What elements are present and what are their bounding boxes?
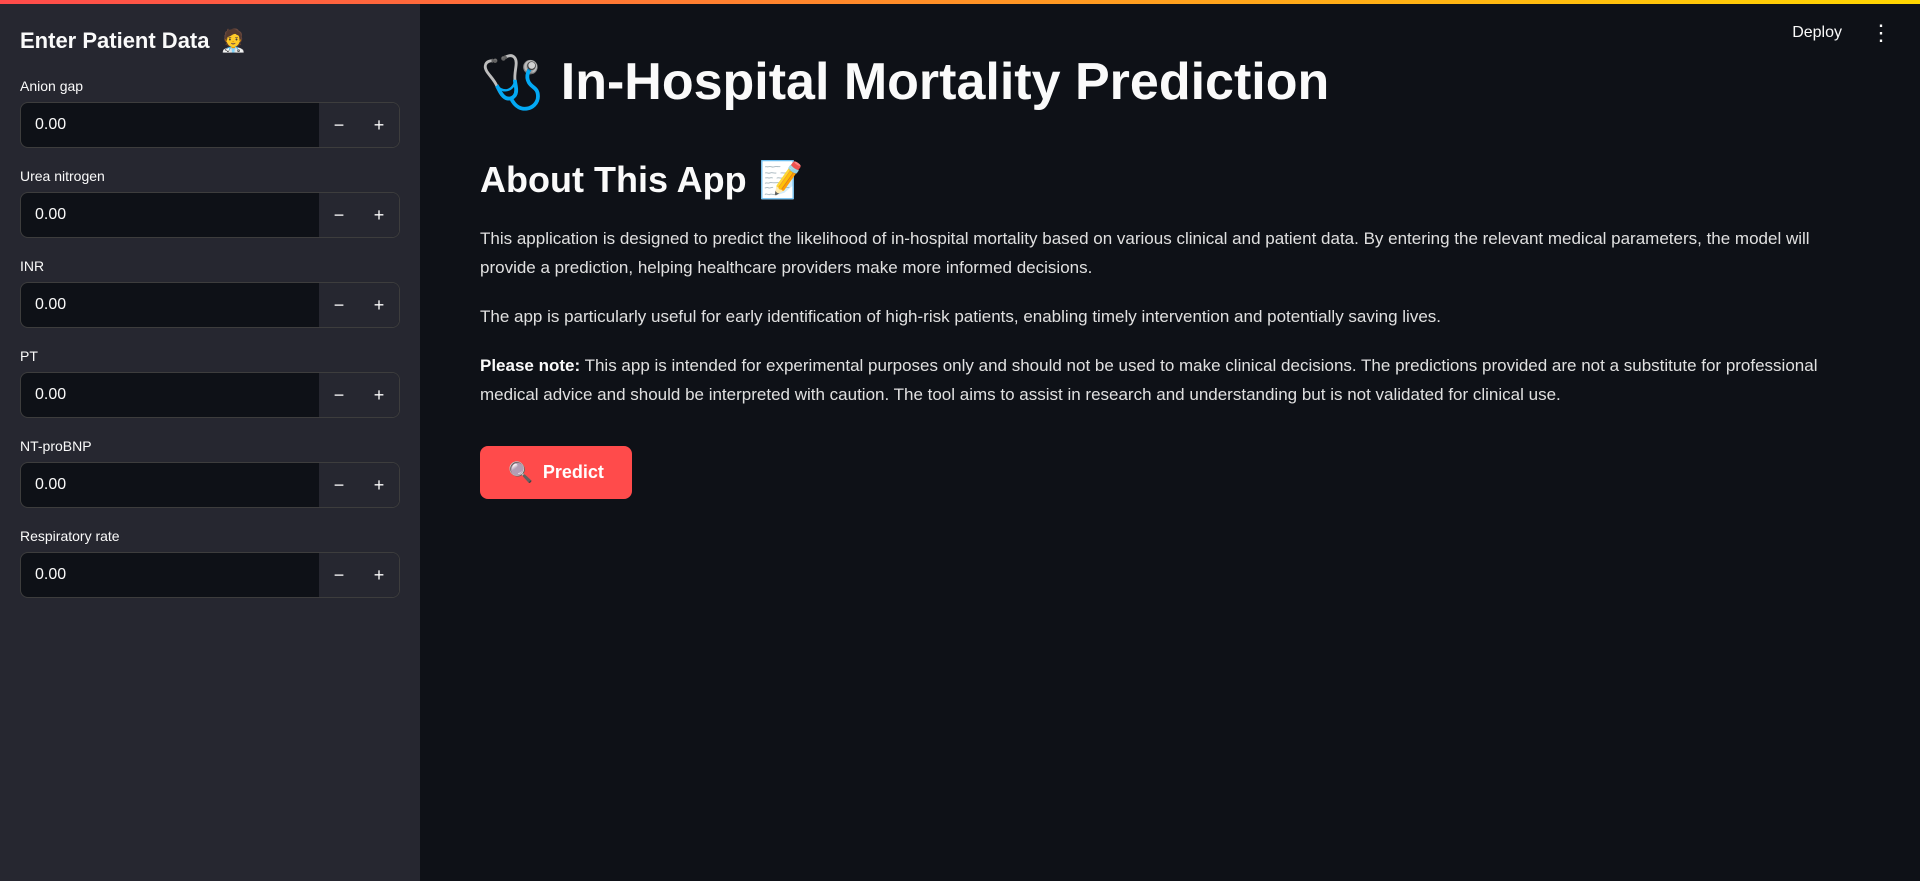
number-input-0[interactable] <box>21 106 319 144</box>
description-paragraph-1: This application is designed to predict … <box>480 225 1860 283</box>
disclaimer-bold: Please note: <box>480 356 580 375</box>
fields-container: Anion gap−+Urea nitrogen−+INR−+PT−+NT-pr… <box>20 78 400 598</box>
disclaimer-paragraph: Please note: This app is intended for ex… <box>480 352 1860 410</box>
field-label-3: PT <box>20 348 400 364</box>
number-input-row-4: −+ <box>20 462 400 508</box>
decrement-button-5[interactable]: − <box>319 553 359 597</box>
app-title-row: 🩺 In-Hospital Mortality Prediction <box>480 54 1860 111</box>
number-input-2[interactable] <box>21 286 319 324</box>
predict-label: Predict <box>543 462 604 483</box>
stethoscope-icon: 🩺 <box>480 57 545 109</box>
sidebar: Enter Patient Data 🧑‍⚕️ Anion gap−+Urea … <box>0 4 420 881</box>
number-input-row-0: −+ <box>20 102 400 148</box>
main-content: Deploy ⋮ 🩺 In-Hospital Mortality Predict… <box>420 4 1920 881</box>
top-controls: Deploy ⋮ <box>1782 18 1900 48</box>
description-paragraph-2: The app is particularly useful for early… <box>480 303 1860 332</box>
number-input-1[interactable] <box>21 196 319 234</box>
increment-button-1[interactable]: + <box>359 193 399 237</box>
increment-button-3[interactable]: + <box>359 373 399 417</box>
increment-button-4[interactable]: + <box>359 463 399 507</box>
number-input-row-2: −+ <box>20 282 400 328</box>
number-input-5[interactable] <box>21 556 319 594</box>
field-label-5: Respiratory rate <box>20 528 400 544</box>
sidebar-title-emoji: 🧑‍⚕️ <box>220 28 247 54</box>
number-input-row-1: −+ <box>20 192 400 238</box>
decrement-button-1[interactable]: − <box>319 193 359 237</box>
predict-icon: 🔍 <box>508 460 533 485</box>
decrement-button-4[interactable]: − <box>319 463 359 507</box>
number-input-4[interactable] <box>21 466 319 504</box>
about-heading-text: About This App <box>480 159 747 201</box>
disclaimer-rest: This app is intended for experimental pu… <box>480 356 1817 404</box>
app-title: In-Hospital Mortality Prediction <box>561 54 1330 111</box>
predict-button[interactable]: 🔍 Predict <box>480 446 632 499</box>
increment-button-2[interactable]: + <box>359 283 399 327</box>
decrement-button-3[interactable]: − <box>319 373 359 417</box>
field-label-1: Urea nitrogen <box>20 168 400 184</box>
decrement-button-2[interactable]: − <box>319 283 359 327</box>
decrement-button-0[interactable]: − <box>319 103 359 147</box>
deploy-button[interactable]: Deploy <box>1782 18 1852 48</box>
number-input-row-5: −+ <box>20 552 400 598</box>
sidebar-title-text: Enter Patient Data <box>20 28 210 54</box>
field-label-0: Anion gap <box>20 78 400 94</box>
number-input-3[interactable] <box>21 376 319 414</box>
sidebar-title: Enter Patient Data 🧑‍⚕️ <box>20 28 400 54</box>
field-label-2: INR <box>20 258 400 274</box>
number-input-row-3: −+ <box>20 372 400 418</box>
about-icon: 📝 <box>759 159 804 201</box>
more-options-button[interactable]: ⋮ <box>1862 18 1900 48</box>
about-heading: About This App 📝 <box>480 159 1860 201</box>
increment-button-0[interactable]: + <box>359 103 399 147</box>
field-label-4: NT-proBNP <box>20 438 400 454</box>
increment-button-5[interactable]: + <box>359 553 399 597</box>
